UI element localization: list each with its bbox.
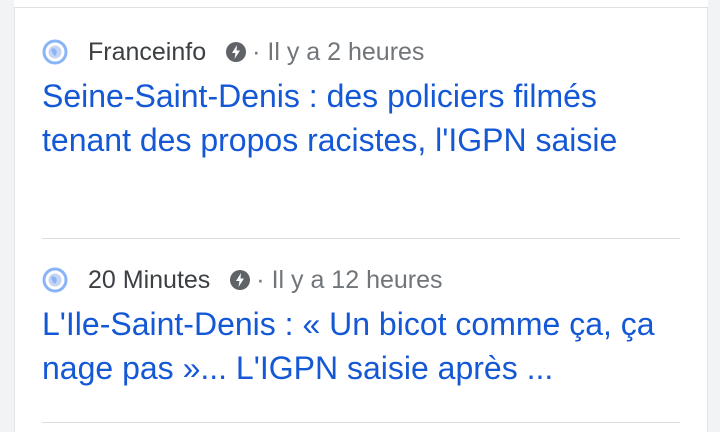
news-story[interactable]: Franceinfo · Il y a 2 heures Seine-Saint… [42, 36, 682, 162]
source-name: 20 Minutes [88, 265, 211, 294]
story-divider [42, 238, 680, 239]
amp-lightning-icon [224, 40, 248, 64]
story-meta: 20 Minutes · Il y a 12 heures [42, 264, 682, 296]
story-divider [42, 422, 680, 423]
amp-lightning-icon [228, 268, 252, 292]
news-story[interactable]: 20 Minutes · Il y a 12 heures L'Ile-Sain… [42, 264, 682, 390]
story-headline-link[interactable]: L'Ile-Saint-Denis : « Un bicot comme ça,… [42, 302, 682, 390]
story-meta: Franceinfo · Il y a 2 heures [42, 36, 682, 68]
story-headline-link[interactable]: Seine-Saint-Denis : des policiers filmés… [42, 74, 682, 162]
source-name: Franceinfo [88, 37, 207, 66]
published-time: · Il y a 2 heures [252, 37, 425, 66]
globe-icon [42, 267, 68, 293]
published-time: · Il y a 12 heures [256, 265, 443, 294]
globe-icon [42, 39, 68, 65]
card-top-edge [14, 0, 708, 8]
